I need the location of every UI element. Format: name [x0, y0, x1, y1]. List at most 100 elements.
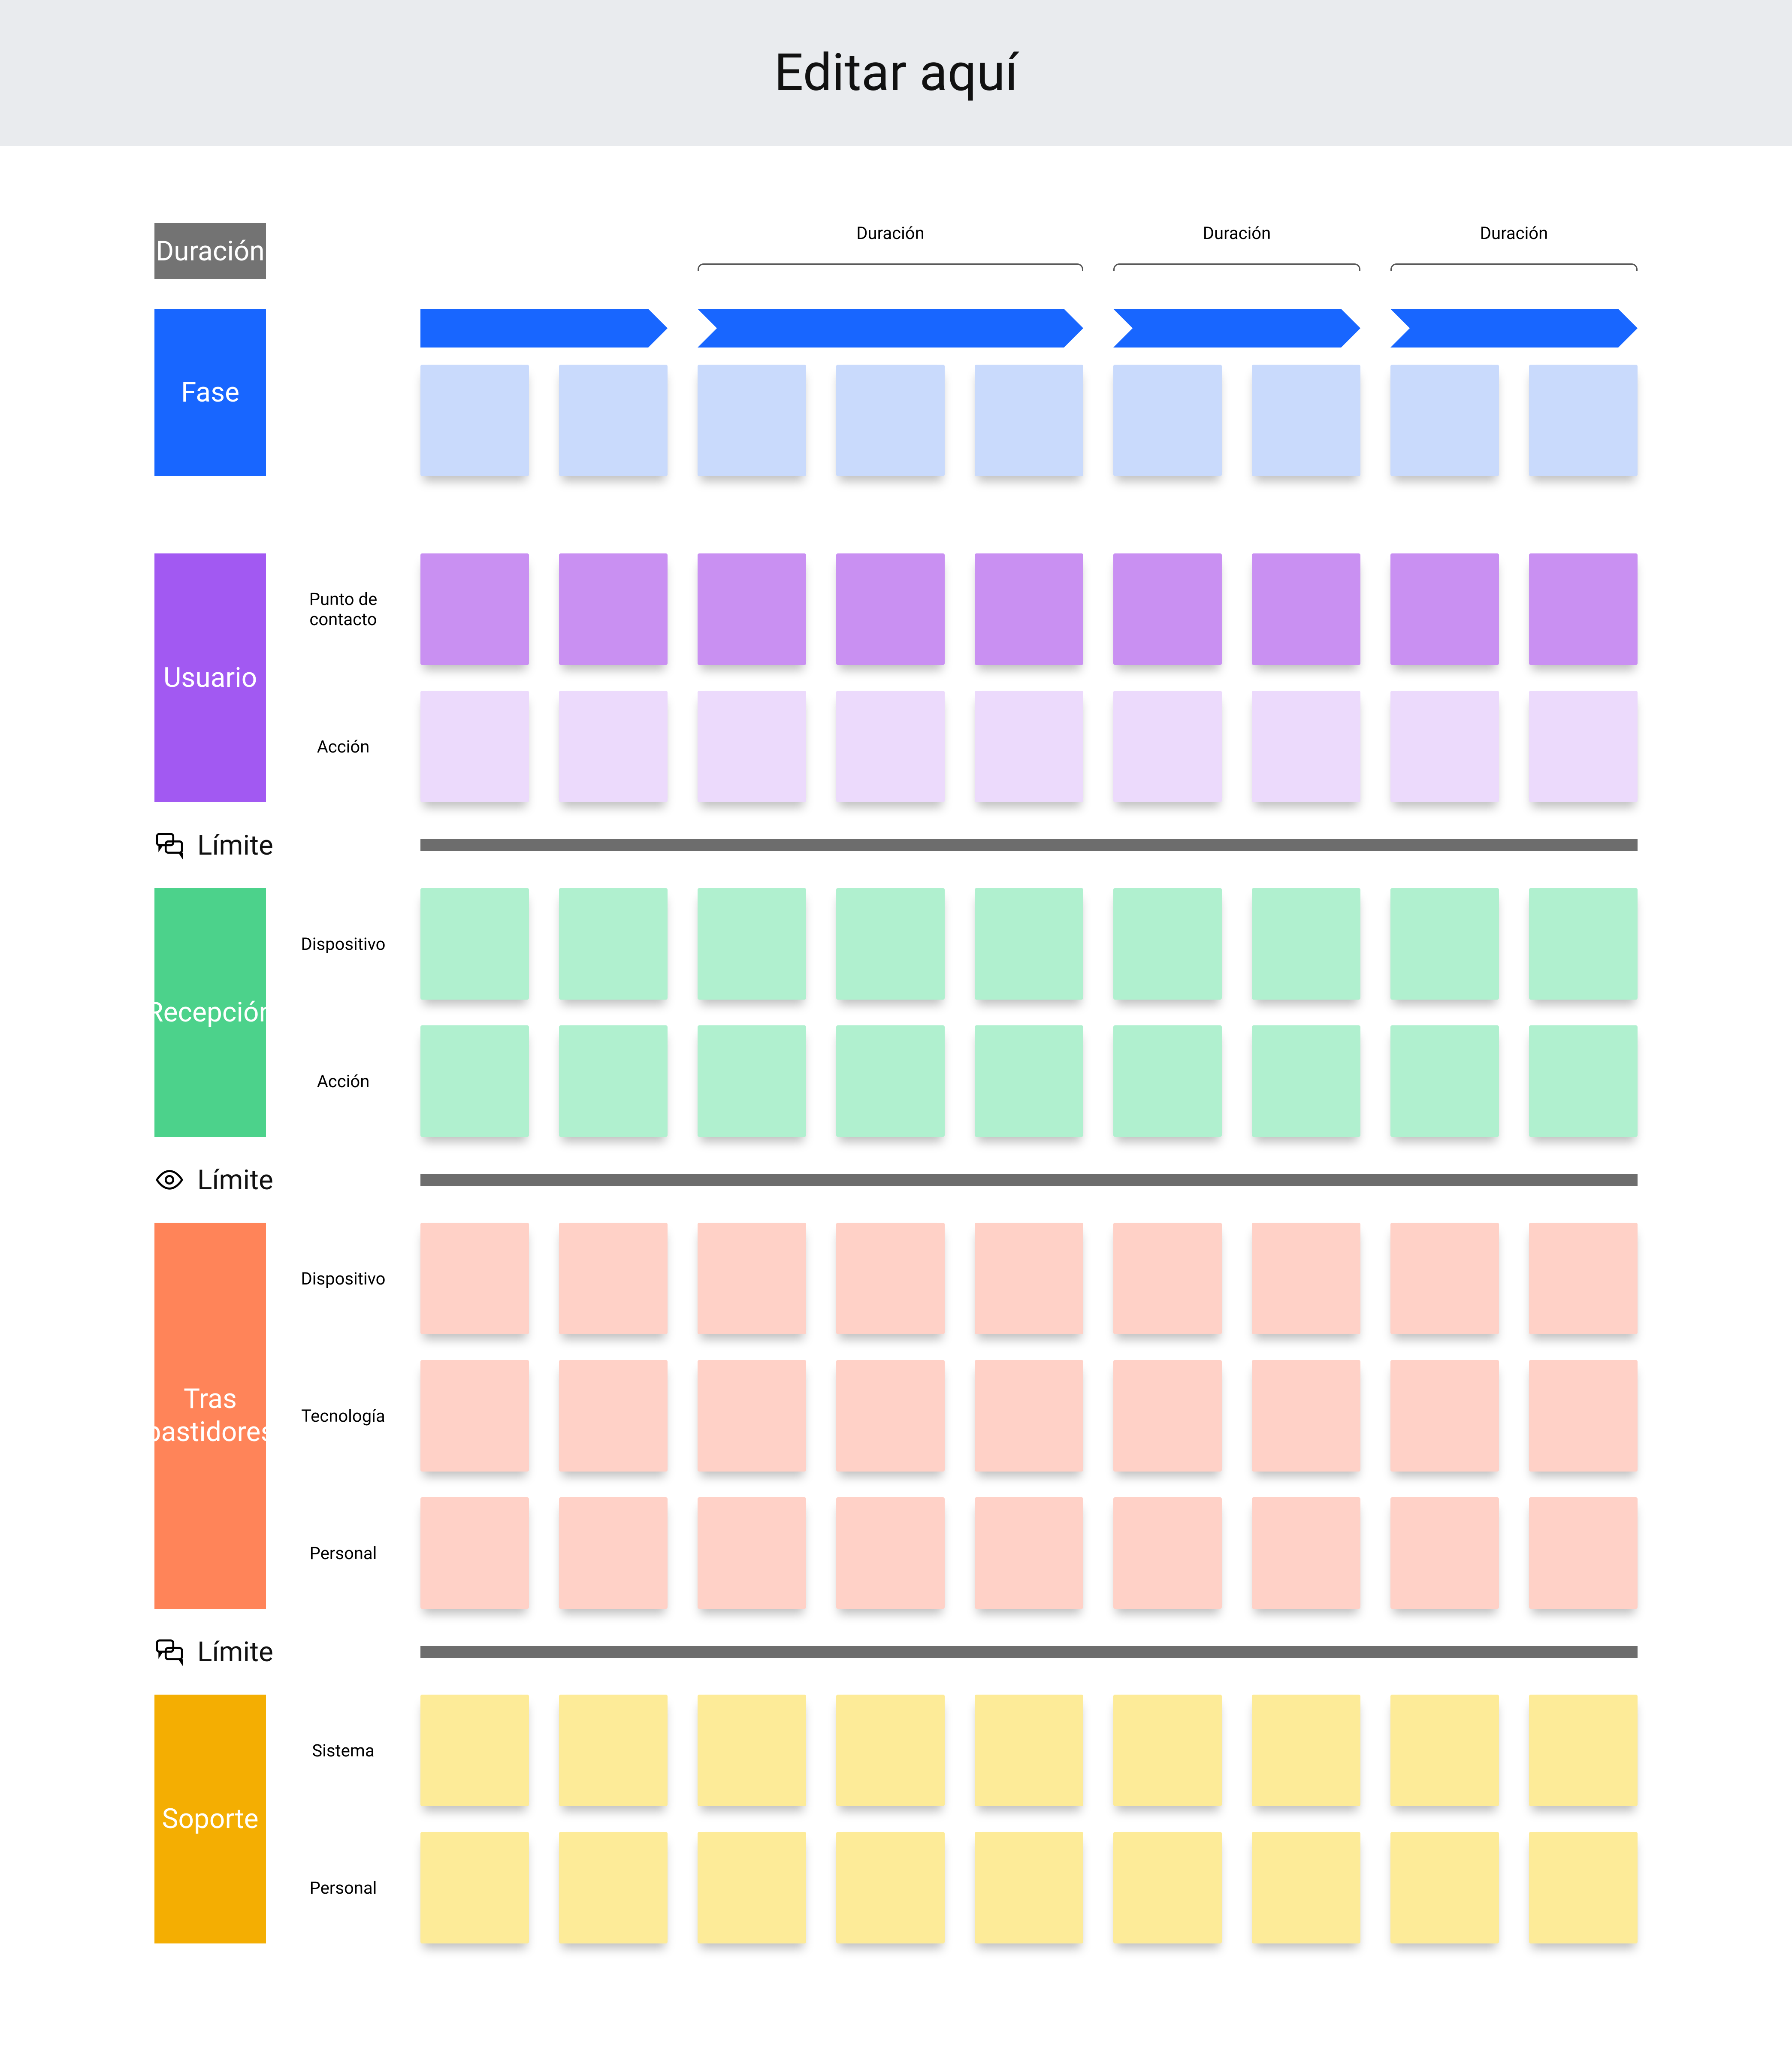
- front-device-card[interactable]: [1113, 888, 1222, 1000]
- touchpoint-card[interactable]: [1113, 553, 1222, 665]
- back-technology-card[interactable]: [559, 1360, 668, 1472]
- back-device-card[interactable]: [1390, 1223, 1499, 1334]
- front-device-card[interactable]: [698, 888, 806, 1000]
- back-personnel-card[interactable]: [1113, 1497, 1222, 1609]
- back-device-card[interactable]: [975, 1223, 1083, 1334]
- phase-card[interactable]: [1390, 365, 1499, 476]
- support-system-card[interactable]: [1113, 1695, 1222, 1806]
- front-device-card[interactable]: [1390, 888, 1499, 1000]
- back-personnel-card[interactable]: [1252, 1497, 1360, 1609]
- front-action-card[interactable]: [420, 1025, 529, 1137]
- support-system-card[interactable]: [975, 1695, 1083, 1806]
- phase-card[interactable]: [1113, 365, 1222, 476]
- front-action-card[interactable]: [698, 1025, 806, 1137]
- user-action-card[interactable]: [559, 691, 668, 802]
- back-personnel-card[interactable]: [559, 1497, 668, 1609]
- support-personnel-card[interactable]: [1113, 1832, 1222, 1943]
- touchpoint-card[interactable]: [1529, 553, 1638, 665]
- front-device-card[interactable]: [420, 888, 529, 1000]
- back-technology-card[interactable]: [420, 1360, 529, 1472]
- front-device-card[interactable]: [1252, 888, 1360, 1000]
- support-system-card[interactable]: [420, 1695, 529, 1806]
- front-device-card[interactable]: [559, 888, 668, 1000]
- page-title[interactable]: Editar aquí: [0, 0, 1792, 146]
- phase-card[interactable]: [698, 365, 806, 476]
- support-personnel-card[interactable]: [1390, 1832, 1499, 1943]
- front-action-card[interactable]: [1529, 1025, 1638, 1137]
- front-device-card[interactable]: [975, 888, 1083, 1000]
- phase-chevron[interactable]: [698, 309, 1083, 348]
- support-system-card[interactable]: [836, 1695, 945, 1806]
- back-technology-card[interactable]: [836, 1360, 945, 1472]
- phase-card[interactable]: [420, 365, 529, 476]
- support-system-card[interactable]: [1529, 1695, 1638, 1806]
- back-technology-card[interactable]: [1252, 1360, 1360, 1472]
- user-action-card[interactable]: [1529, 691, 1638, 802]
- touchpoint-card[interactable]: [420, 553, 529, 665]
- back-personnel-card[interactable]: [698, 1497, 806, 1609]
- phase-chevron[interactable]: [1390, 309, 1638, 348]
- front-device-card[interactable]: [836, 888, 945, 1000]
- front-action-card[interactable]: [1390, 1025, 1499, 1137]
- touchpoint-card[interactable]: [559, 553, 668, 665]
- user-action-card[interactable]: [836, 691, 945, 802]
- touchpoint-card[interactable]: [1252, 553, 1360, 665]
- user-action-card[interactable]: [975, 691, 1083, 802]
- support-system-card[interactable]: [698, 1695, 806, 1806]
- back-technology-card[interactable]: [1113, 1360, 1222, 1472]
- back-device-card[interactable]: [1113, 1223, 1222, 1334]
- chat-icon: [154, 1637, 184, 1667]
- phase-chevron[interactable]: [1113, 309, 1360, 348]
- phase-chevron[interactable]: [420, 309, 668, 348]
- support-personnel-label: Personal: [296, 1832, 390, 1943]
- support-personnel-card[interactable]: [1252, 1832, 1360, 1943]
- user-action-card[interactable]: [1390, 691, 1499, 802]
- user-action-card[interactable]: [420, 691, 529, 802]
- back-personnel-card[interactable]: [836, 1497, 945, 1609]
- back-technology-card[interactable]: [975, 1360, 1083, 1472]
- touchpoint-card[interactable]: [698, 553, 806, 665]
- user-action-card[interactable]: [1113, 691, 1222, 802]
- back-personnel-card[interactable]: [1390, 1497, 1499, 1609]
- touchpoint-card[interactable]: [975, 553, 1083, 665]
- back-personnel-card[interactable]: [1529, 1497, 1638, 1609]
- phase-card[interactable]: [836, 365, 945, 476]
- back-device-card[interactable]: [559, 1223, 668, 1334]
- back-technology-card[interactable]: [1390, 1360, 1499, 1472]
- phase-card[interactable]: [975, 365, 1083, 476]
- touchpoint-card[interactable]: [1390, 553, 1499, 665]
- back-personnel-card[interactable]: [975, 1497, 1083, 1609]
- phase-card[interactable]: [559, 365, 668, 476]
- front-device-card[interactable]: [1529, 888, 1638, 1000]
- support-personnel-card[interactable]: [975, 1832, 1083, 1943]
- back-technology-card[interactable]: [698, 1360, 806, 1472]
- support-personnel-card[interactable]: [1529, 1832, 1638, 1943]
- front-action-card[interactable]: [975, 1025, 1083, 1137]
- user-action-card[interactable]: [1252, 691, 1360, 802]
- front-action-card[interactable]: [559, 1025, 668, 1137]
- support-personnel-card[interactable]: [420, 1832, 529, 1943]
- support-personnel-card[interactable]: [836, 1832, 945, 1943]
- back-personnel-card[interactable]: [420, 1497, 529, 1609]
- phase-card[interactable]: [1529, 365, 1638, 476]
- back-device-card[interactable]: [1529, 1223, 1638, 1334]
- back-device-card[interactable]: [1252, 1223, 1360, 1334]
- front-action-card[interactable]: [1113, 1025, 1222, 1137]
- front-action-card[interactable]: [1252, 1025, 1360, 1137]
- back-device-card[interactable]: [698, 1223, 806, 1334]
- user-action-card[interactable]: [698, 691, 806, 802]
- front-action-card[interactable]: [836, 1025, 945, 1137]
- support-system-card[interactable]: [1252, 1695, 1360, 1806]
- phase-card[interactable]: [1252, 365, 1360, 476]
- touchpoint-card[interactable]: [836, 553, 945, 665]
- lane-back: Tras bastidores: [154, 1223, 266, 1609]
- support-system-card[interactable]: [559, 1695, 668, 1806]
- support-personnel-card[interactable]: [559, 1832, 668, 1943]
- back-device-card[interactable]: [420, 1223, 529, 1334]
- duration-badge: Duración: [154, 223, 266, 279]
- back-device-card[interactable]: [836, 1223, 945, 1334]
- eye-icon: [154, 1165, 184, 1195]
- support-system-card[interactable]: [1390, 1695, 1499, 1806]
- back-technology-card[interactable]: [1529, 1360, 1638, 1472]
- support-personnel-card[interactable]: [698, 1832, 806, 1943]
